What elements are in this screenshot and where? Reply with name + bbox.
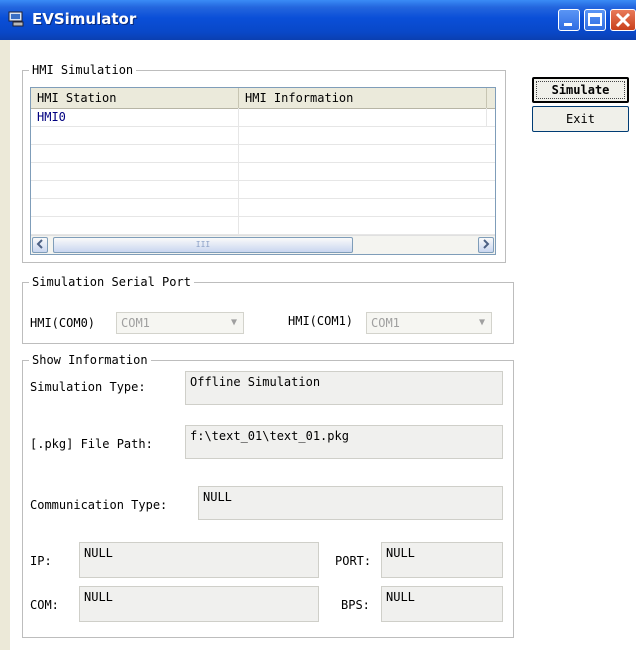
maximize-icon — [588, 13, 602, 26]
empty-row — [31, 144, 495, 163]
scroll-left-button[interactable] — [32, 237, 48, 253]
column-hmi-information[interactable]: HMI Information — [239, 88, 487, 108]
evsimulator-window: EVSimulator HMI Simulation HMI Station H… — [0, 0, 636, 650]
close-icon — [615, 12, 631, 28]
simulation-type-field: Offline Simulation — [185, 371, 503, 405]
scroll-right-button[interactable] — [478, 237, 494, 253]
empty-row — [31, 126, 495, 145]
ip-field: NULL — [79, 542, 319, 578]
column-hmi-station[interactable]: HMI Station — [31, 88, 239, 108]
chevron-down-icon: ▼ — [478, 317, 485, 328]
hmi-com1-label: HMI(COM1) — [288, 314, 354, 328]
empty-row — [31, 180, 495, 199]
simulate-button[interactable]: Simulate — [532, 77, 629, 103]
empty-row — [31, 216, 495, 235]
hmi-station-list[interactable]: HMI Station HMI Information HMI0 III — [30, 87, 496, 255]
minimize-icon — [564, 23, 572, 26]
show-information-legend: Show Information — [29, 352, 151, 368]
bps-field: NULL — [381, 586, 503, 622]
maximize-button[interactable] — [584, 9, 606, 31]
station-cell: HMI0 — [31, 108, 239, 126]
chevron-left-icon — [36, 239, 43, 249]
pkg-file-path-field: f:\text_01\text_01.pkg — [185, 425, 503, 459]
communication-type-label: Communication Type: — [30, 498, 168, 512]
com-field: NULL — [79, 586, 319, 622]
hmi-com0-value: COM1 — [121, 316, 150, 330]
scroll-thumb[interactable]: III — [53, 237, 353, 253]
app-icon — [8, 11, 24, 27]
port-label: PORT: — [335, 554, 372, 568]
simulation-type-label: Simulation Type: — [30, 380, 146, 394]
chevron-right-icon — [483, 239, 490, 249]
title-bar[interactable]: EVSimulator — [0, 0, 636, 40]
list-header: HMI Station HMI Information — [31, 88, 495, 109]
empty-row — [31, 198, 495, 217]
ip-label: IP: — [30, 554, 52, 568]
exit-button[interactable]: Exit — [532, 106, 629, 132]
close-button[interactable] — [610, 9, 636, 31]
horizontal-scrollbar[interactable]: III — [31, 235, 495, 254]
com-label: COM: — [30, 598, 59, 612]
serial-port-legend: Simulation Serial Port — [29, 274, 194, 290]
window-title: EVSimulator — [32, 10, 137, 28]
minimize-button[interactable] — [558, 9, 580, 31]
port-field: NULL — [381, 542, 503, 578]
chevron-down-icon: ▼ — [230, 317, 237, 328]
hmi-com1-select[interactable]: COM1 ▼ — [366, 312, 492, 334]
hmi-simulation-legend: HMI Simulation — [29, 62, 137, 78]
hmi-com1-value: COM1 — [371, 316, 400, 330]
information-cell — [239, 108, 487, 126]
hmi-com0-label: HMI(COM0) — [30, 316, 96, 330]
empty-row — [31, 162, 495, 181]
pkg-file-path-label: [.pkg] File Path: — [30, 437, 153, 451]
hmi-com0-select[interactable]: COM1 ▼ — [116, 312, 244, 334]
bps-label: BPS: — [341, 598, 370, 612]
table-row[interactable]: HMI0 — [31, 108, 495, 127]
communication-type-field: NULL — [198, 486, 503, 520]
